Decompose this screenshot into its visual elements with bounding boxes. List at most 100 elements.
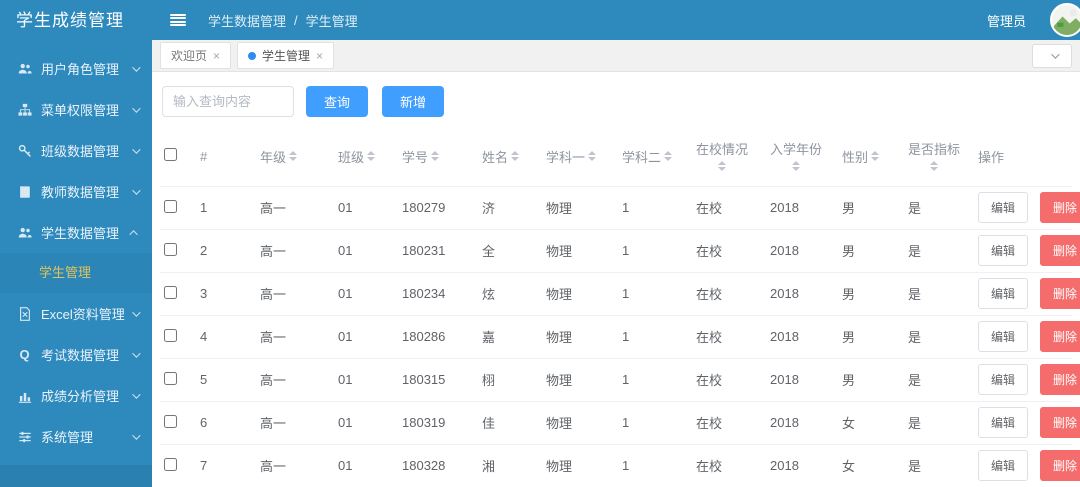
cell-gender: 男 — [838, 228, 904, 272]
toolbar: 查询 新增 — [160, 84, 1072, 131]
row-checkbox[interactable] — [164, 242, 177, 256]
column-header-index: # — [200, 148, 208, 164]
tab-label: 欢迎页 — [171, 49, 208, 63]
edit-button[interactable]: 编辑 — [978, 192, 1029, 223]
edit-button[interactable]: 编辑 — [978, 450, 1029, 482]
breadcrumb-separator: / — [294, 12, 298, 28]
cell-subject1: 物理 — [542, 185, 618, 229]
column-header-indicator[interactable]: 是否指标 — [904, 131, 974, 186]
cell-enroll_year: 2018 — [766, 443, 838, 487]
add-button[interactable]: 新增 — [382, 86, 445, 117]
sort-icon[interactable] — [664, 151, 673, 162]
app-title: 学生成绩管理 — [16, 11, 124, 30]
cell-enroll_year: 2018 — [766, 228, 838, 272]
tab-1[interactable]: 欢迎页 × — [160, 42, 232, 69]
sort-icon[interactable] — [431, 151, 440, 162]
row-checkbox[interactable] — [164, 285, 177, 299]
row-checkbox[interactable] — [164, 414, 177, 428]
column-header-gender[interactable]: 性别 — [838, 131, 904, 186]
column-header-enroll_year[interactable]: 入学年份 — [766, 131, 838, 186]
row-checkbox[interactable] — [164, 199, 177, 213]
hamburger-menu-icon[interactable] — [170, 14, 186, 26]
sidebar-item-5[interactable]: 学生数据管理 — [0, 212, 152, 253]
cell-student_no: 180315 — [398, 357, 478, 401]
cell-subject2: 1 — [618, 271, 692, 315]
table-row: 4 高一 01 180286 嘉物理 1 在校 2018 男是编辑 删除 — [160, 314, 1080, 358]
edit-button[interactable]: 编辑 — [978, 407, 1029, 438]
delete-button[interactable]: 删除 — [1040, 407, 1080, 438]
cell-gender: 女 — [838, 400, 904, 444]
sort-icon[interactable] — [588, 151, 597, 162]
row-checkbox[interactable] — [164, 457, 177, 471]
cell-grade: 高一 — [256, 443, 334, 487]
topbar-right: 管理员 — [987, 3, 1080, 37]
close-icon[interactable]: × — [213, 50, 220, 62]
query-button[interactable]: 查询 — [306, 86, 369, 117]
sort-icon[interactable] — [367, 151, 376, 162]
delete-button[interactable]: 删除 — [1040, 364, 1080, 395]
cell-index: 1 — [196, 185, 256, 229]
sidebar-item-2[interactable]: 菜单权限管理 — [0, 89, 152, 130]
cell-gender: 男 — [838, 357, 904, 401]
sidebar-item-4[interactable]: 教师数据管理 — [0, 171, 152, 212]
delete-button[interactable]: 删除 — [1040, 450, 1080, 482]
table-row: 6 高一 01 180319 佳物理 1 在校 2018 女是编辑 删除 — [160, 400, 1080, 444]
cell-grade: 高一 — [256, 357, 334, 401]
cell-subject1: 物理 — [542, 443, 618, 487]
delete-button[interactable]: 删除 — [1040, 235, 1080, 266]
column-header-subject1[interactable]: 学科一 — [542, 131, 618, 186]
column-header-student_no[interactable]: 学号 — [398, 131, 478, 186]
chevron-down-icon — [132, 430, 141, 440]
sidebar-item-8[interactable]: 成绩分析管理 — [0, 375, 152, 416]
chevron-down-icon — [132, 185, 141, 195]
cell-subject2: 1 — [618, 228, 692, 272]
sort-icon[interactable] — [718, 160, 726, 171]
close-icon[interactable]: × — [316, 50, 323, 62]
delete-button[interactable]: 删除 — [1040, 192, 1080, 223]
users-icon — [16, 225, 33, 240]
cell-indicator: 是 — [904, 400, 974, 444]
cell-index: 3 — [196, 271, 256, 315]
sidebar-item-6[interactable]: Excel资料管理 — [0, 293, 152, 334]
tabbar: 欢迎页 × 学生管理 × — [152, 40, 1080, 72]
column-header-school_status[interactable]: 在校情况 — [692, 131, 766, 186]
sort-icon[interactable] — [930, 160, 938, 171]
sidebar-item-3[interactable]: 班级数据管理 — [0, 130, 152, 171]
tab-2[interactable]: 学生管理 × — [237, 42, 335, 69]
breadcrumb-item[interactable]: 学生管理 — [306, 11, 358, 30]
sort-icon[interactable] — [511, 151, 520, 162]
edit-button[interactable]: 编辑 — [978, 321, 1029, 352]
column-header-class_no[interactable]: 班级 — [334, 131, 398, 186]
row-checkbox[interactable] — [164, 371, 177, 385]
table-row: 5 高一 01 180315 栩物理 1 在校 2018 男是编辑 删除 — [160, 357, 1080, 401]
cell-class_no: 01 — [334, 271, 398, 315]
breadcrumb-item[interactable]: 学生数据管理 — [208, 11, 286, 30]
edit-button[interactable]: 编辑 — [978, 235, 1029, 266]
delete-button[interactable]: 删除 — [1040, 278, 1080, 309]
edit-button[interactable]: 编辑 — [978, 278, 1029, 309]
tab-options-dropdown[interactable] — [1032, 43, 1072, 68]
sidebar-item-1[interactable]: 用户角色管理 — [0, 48, 152, 89]
sidebar-subitem[interactable]: 学生管理 — [0, 253, 152, 293]
sort-icon[interactable] — [871, 151, 880, 162]
row-checkbox[interactable] — [164, 328, 177, 342]
search-input[interactable] — [162, 86, 294, 117]
sidebar-item-label: 班级数据管理 — [41, 144, 120, 159]
avatar[interactable] — [1050, 3, 1080, 37]
cell-student_no: 180279 — [398, 185, 478, 229]
select-all-checkbox[interactable] — [164, 148, 177, 162]
column-header-grade[interactable]: 年级 — [256, 131, 334, 186]
sidebar: 学生成绩管理 用户角色管理 菜单权限管理班级数据管理 教师数据管理学生数据管理 学生管… — [0, 0, 152, 487]
delete-button[interactable]: 删除 — [1040, 321, 1080, 352]
column-header-name[interactable]: 姓名 — [478, 131, 542, 186]
sort-icon[interactable] — [792, 160, 800, 171]
file-excel-icon — [16, 306, 33, 321]
cell-grade: 高一 — [256, 185, 334, 229]
sort-icon[interactable] — [289, 151, 298, 162]
edit-button[interactable]: 编辑 — [978, 364, 1029, 395]
sidebar-item-7[interactable]: Q 考试数据管理 — [0, 334, 152, 375]
chevron-down-icon — [1051, 49, 1060, 59]
sidebar-item-label: 教师数据管理 — [41, 185, 120, 200]
sidebar-item-9[interactable]: 系统管理 — [0, 416, 152, 457]
column-header-subject2[interactable]: 学科二 — [618, 131, 692, 186]
